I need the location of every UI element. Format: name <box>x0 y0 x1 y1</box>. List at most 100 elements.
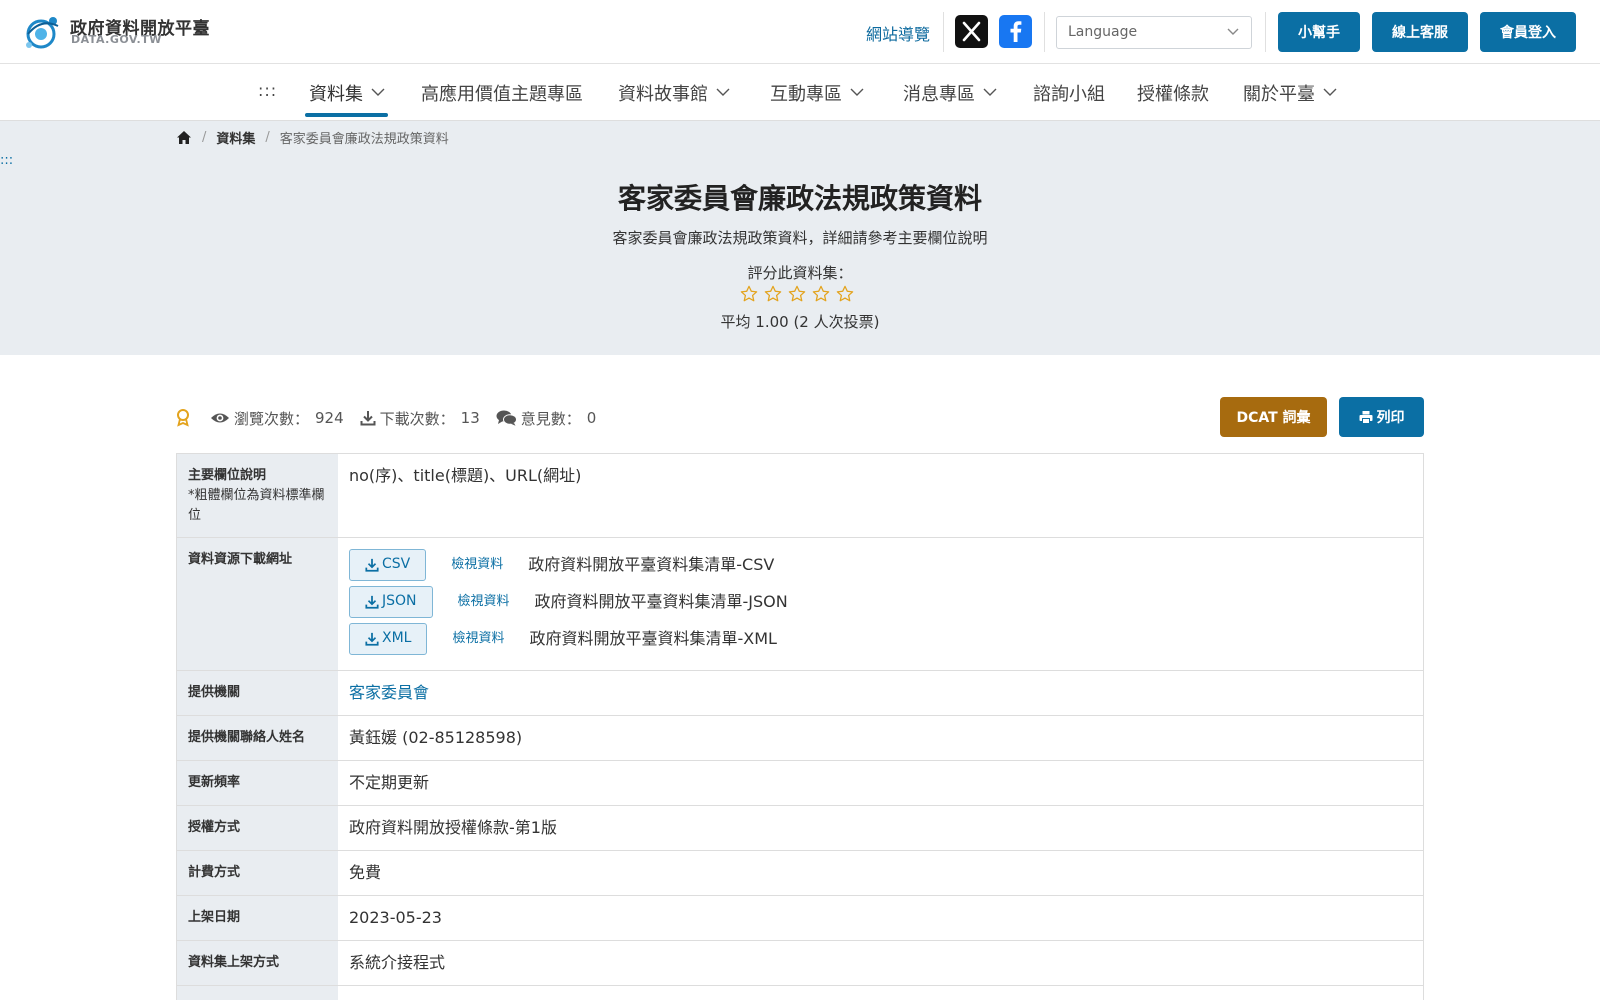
facebook-icon[interactable] <box>999 15 1032 48</box>
nav-item-datasets[interactable]: 資料集 <box>309 80 385 106</box>
main-navigation: ::: 資料集 高應用價值主題專區 資料故事館 互動專區 消息專區 諮詢小組 授… <box>0 64 1600 121</box>
row-header: 計費方式 <box>177 851 338 895</box>
row-header-label: 主要欄位說明 <box>188 468 267 483</box>
nav-item-label: 消息專區 <box>903 84 975 105</box>
nav-item-label: 授權條款 <box>1137 84 1209 105</box>
row-header: 主要欄位說明 *粗體欄位為資料標準欄位 <box>177 454 338 537</box>
format-label: XML <box>382 630 412 647</box>
divider <box>1044 12 1045 52</box>
view-data-link[interactable]: 檢視資料 <box>458 593 510 611</box>
nav-item-label: 關於平臺 <box>1243 84 1315 105</box>
dataset-hero: / 資料集 / 客家委員會廉政法規政策資料 ::: 客家委員會廉政法規政策資料 … <box>0 121 1600 355</box>
row-value: 免費 <box>349 863 382 882</box>
downloads-stat: 下載次數： 13 <box>360 408 480 429</box>
page-title: 客家委員會廉政法規政策資料 <box>617 182 982 215</box>
row-header: 提供機關 <box>177 671 338 715</box>
dataset-detail-table: 主要欄位說明 *粗體欄位為資料標準欄位 no(序)、title(標題)、URL(… <box>176 453 1424 1000</box>
star-icon[interactable] <box>812 285 830 303</box>
nav-item-label: 互動專區 <box>770 84 842 105</box>
breadcrumb-separator: / <box>202 130 207 145</box>
nav-item-data-stories[interactable]: 資料故事館 <box>618 80 730 106</box>
download-xml-button[interactable]: XML <box>349 623 428 655</box>
side-accesskey-link[interactable]: ::: <box>0 153 13 168</box>
helper-button[interactable]: 小幫手 <box>1278 12 1360 52</box>
star-icon[interactable] <box>764 285 782 303</box>
view-data-link[interactable]: 檢視資料 <box>452 630 504 648</box>
chevron-down-icon <box>1323 88 1337 96</box>
row-header: 提供機關聯絡人姓名 <box>177 716 338 760</box>
resource-list: CSV 檢視資料 政府資料開放平臺資料集清單-CSV JSON 檢視資料 政府資… <box>338 538 1423 670</box>
row-value <box>338 986 1423 1000</box>
views-stat: 瀏覽次數： 924 <box>210 408 344 429</box>
provider-agency-link[interactable]: 客家委員會 <box>349 683 429 702</box>
nav-item-news[interactable]: 消息專區 <box>903 80 997 106</box>
star-icon[interactable] <box>740 285 758 303</box>
table-row: 資料資源下載網址 CSV 檢視資料 政府資料開放平臺資料集清單-CSV JSON… <box>177 538 1423 671</box>
table-row: 提供機關聯絡人姓名 黃鈺媛 (02-85128598) <box>177 716 1423 761</box>
breadcrumb-current: 客家委員會廉政法規政策資料 <box>279 132 449 147</box>
chevron-down-icon <box>716 88 730 96</box>
divider <box>943 12 944 52</box>
resource-item: CSV 檢視資料 政府資料開放平臺資料集清單-CSV <box>349 548 1412 582</box>
star-icon[interactable] <box>788 285 806 303</box>
nav-item-license[interactable]: 授權條款 <box>1137 80 1209 106</box>
row-value: 政府資料開放授權條款-第1版 <box>349 818 557 837</box>
accesskey-link[interactable]: ::: <box>258 81 277 100</box>
print-button[interactable]: 列印 <box>1339 397 1424 437</box>
row-header: 資料資源下載網址 <box>177 538 338 670</box>
nav-item-advisory-group[interactable]: 諮詢小組 <box>1033 80 1105 106</box>
online-service-button[interactable]: 線上客服 <box>1372 12 1468 52</box>
row-header <box>177 986 338 1000</box>
table-row: 主要欄位說明 *粗體欄位為資料標準欄位 no(序)、title(標題)、URL(… <box>177 454 1423 538</box>
chevron-down-icon <box>850 88 864 96</box>
nav-item-high-value-topics[interactable]: 高應用價值主題專區 <box>421 80 583 106</box>
comments-label: 意見數： <box>520 409 581 428</box>
table-row: 上架日期 2023-05-23 <box>177 896 1423 941</box>
award-badge-icon <box>177 409 189 427</box>
rating-label: 評分此資料集： <box>747 264 853 282</box>
rating-stars <box>740 285 860 307</box>
comments-icon <box>496 410 517 426</box>
views-count: 924 <box>315 409 344 427</box>
row-header: 上架日期 <box>177 896 338 940</box>
resource-item: JSON 檢視資料 政府資料開放平臺資料集清單-JSON <box>349 585 1412 619</box>
breadcrumb-datasets[interactable]: 資料集 <box>216 128 255 147</box>
chevron-down-icon <box>983 88 997 96</box>
format-label: CSV <box>382 556 411 573</box>
top-header: 政府資料開放平臺 DATA.GOV.TW 網站導覽 Language 小幫手 線… <box>0 0 1600 64</box>
view-data-link[interactable]: 檢視資料 <box>451 556 503 574</box>
row-value: 系統介接程式 <box>349 953 446 972</box>
dataset-stats: 瀏覽次數： 924 下載次數： 13 意見數： 0 <box>176 406 612 430</box>
language-select[interactable]: Language <box>1056 16 1252 49</box>
language-select-value: Language <box>1068 24 1138 40</box>
row-header: 授權方式 <box>177 806 338 850</box>
row-value: 不定期更新 <box>349 773 430 792</box>
row-header-note: *粗體欄位為資料標準欄位 <box>188 488 325 524</box>
main-fields-value: no(序)、title(標題)、URL(網址) <box>349 466 582 485</box>
downloads-label: 下載次數： <box>379 409 455 428</box>
star-icon[interactable] <box>836 285 854 303</box>
logo-icon <box>26 17 59 49</box>
chevron-down-icon <box>371 88 385 96</box>
download-json-button[interactable]: JSON <box>349 586 433 618</box>
site-navigation-link[interactable]: 網站導覽 <box>866 21 930 45</box>
quality-badge <box>176 409 194 427</box>
rating-summary: 平均 1.00 (2 人次投票) <box>720 313 880 331</box>
nav-item-interactive[interactable]: 互動專區 <box>770 80 864 106</box>
divider <box>1265 12 1266 52</box>
site-logo[interactable]: 政府資料開放平臺 DATA.GOV.TW <box>22 12 212 52</box>
member-login-button[interactable]: 會員登入 <box>1480 12 1576 52</box>
breadcrumb-separator: / <box>265 130 270 145</box>
nav-item-label: 資料故事館 <box>618 84 708 105</box>
row-value: 客家委員會 <box>338 671 1423 715</box>
x-twitter-icon[interactable] <box>955 15 988 48</box>
download-icon <box>365 558 379 572</box>
download-csv-button[interactable]: CSV <box>349 549 427 581</box>
download-icon <box>365 632 379 646</box>
home-icon[interactable] <box>176 130 192 145</box>
eye-icon <box>211 413 229 423</box>
downloads-count: 13 <box>460 409 480 427</box>
nav-item-about[interactable]: 關於平臺 <box>1243 80 1337 106</box>
table-row: 計費方式 免費 <box>177 851 1423 896</box>
dcat-vocabulary-button[interactable]: DCAT 詞彙 <box>1220 397 1327 437</box>
